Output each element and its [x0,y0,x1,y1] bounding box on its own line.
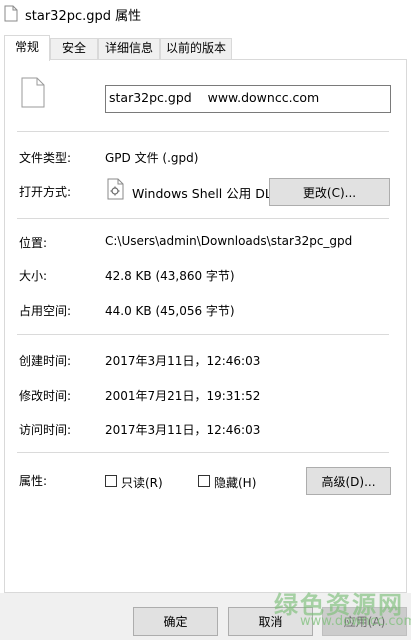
created-value: 2017年3月11日，12:46:03 [105,354,261,368]
separator [17,452,389,453]
tab-general[interactable]: 常规 [4,35,50,61]
size-label: 大小: [19,269,48,283]
location-label: 位置: [19,236,48,250]
separator [17,334,389,335]
file-type-icon [21,77,45,108]
title-bar[interactable]: star32pc.gpd 属性 [0,0,411,28]
modified-label: 修改时间: [19,389,72,403]
ok-button[interactable]: 确定 [133,607,218,636]
application-icon [107,178,124,200]
general-panel [4,59,407,593]
separator [17,218,389,219]
modified-value: 2001年7月21日，19:31:52 [105,389,261,403]
disk-size-label: 占用空间: [19,304,72,318]
readonly-checkbox[interactable] [105,475,117,487]
attributes-label: 属性: [19,474,48,488]
tab-previous-versions[interactable]: 以前的版本 [160,38,232,59]
separator [17,131,389,132]
advanced-button[interactable]: 高级(D)... [306,467,391,495]
size-value: 42.8 KB (43,860 字节) [105,269,235,283]
disk-size-value: 44.0 KB (45,056 字节) [105,304,235,318]
file-name-input[interactable]: star32pc.gpd www.downcc.com [105,85,391,113]
file-type-value: GPD 文件 (.gpd) [105,151,199,165]
tab-strip: 常规 安全 详细信息 以前的版本 [0,28,411,61]
opens-with-value: Windows Shell 公用 DL [132,186,272,201]
file-type-label: 文件类型: [19,151,72,165]
accessed-label: 访问时间: [19,423,72,437]
hidden-label: 隐藏(H) [214,476,257,490]
change-button[interactable]: 更改(C)... [269,178,390,206]
hidden-checkbox[interactable] [198,475,210,487]
tab-security[interactable]: 安全 [50,38,98,59]
location-value: C:\Users\admin\Downloads\star32pc_gpd [105,234,353,248]
opens-with-label: 打开方式: [19,185,72,199]
tab-details[interactable]: 详细信息 [98,38,160,59]
readonly-label: 只读(R) [121,476,163,490]
window-title: star32pc.gpd 属性 [25,9,142,24]
created-label: 创建时间: [19,354,72,368]
file-icon [4,5,18,22]
watermark-url: www.downcc.com [300,614,411,629]
accessed-value: 2017年3月11日，12:46:03 [105,423,261,437]
